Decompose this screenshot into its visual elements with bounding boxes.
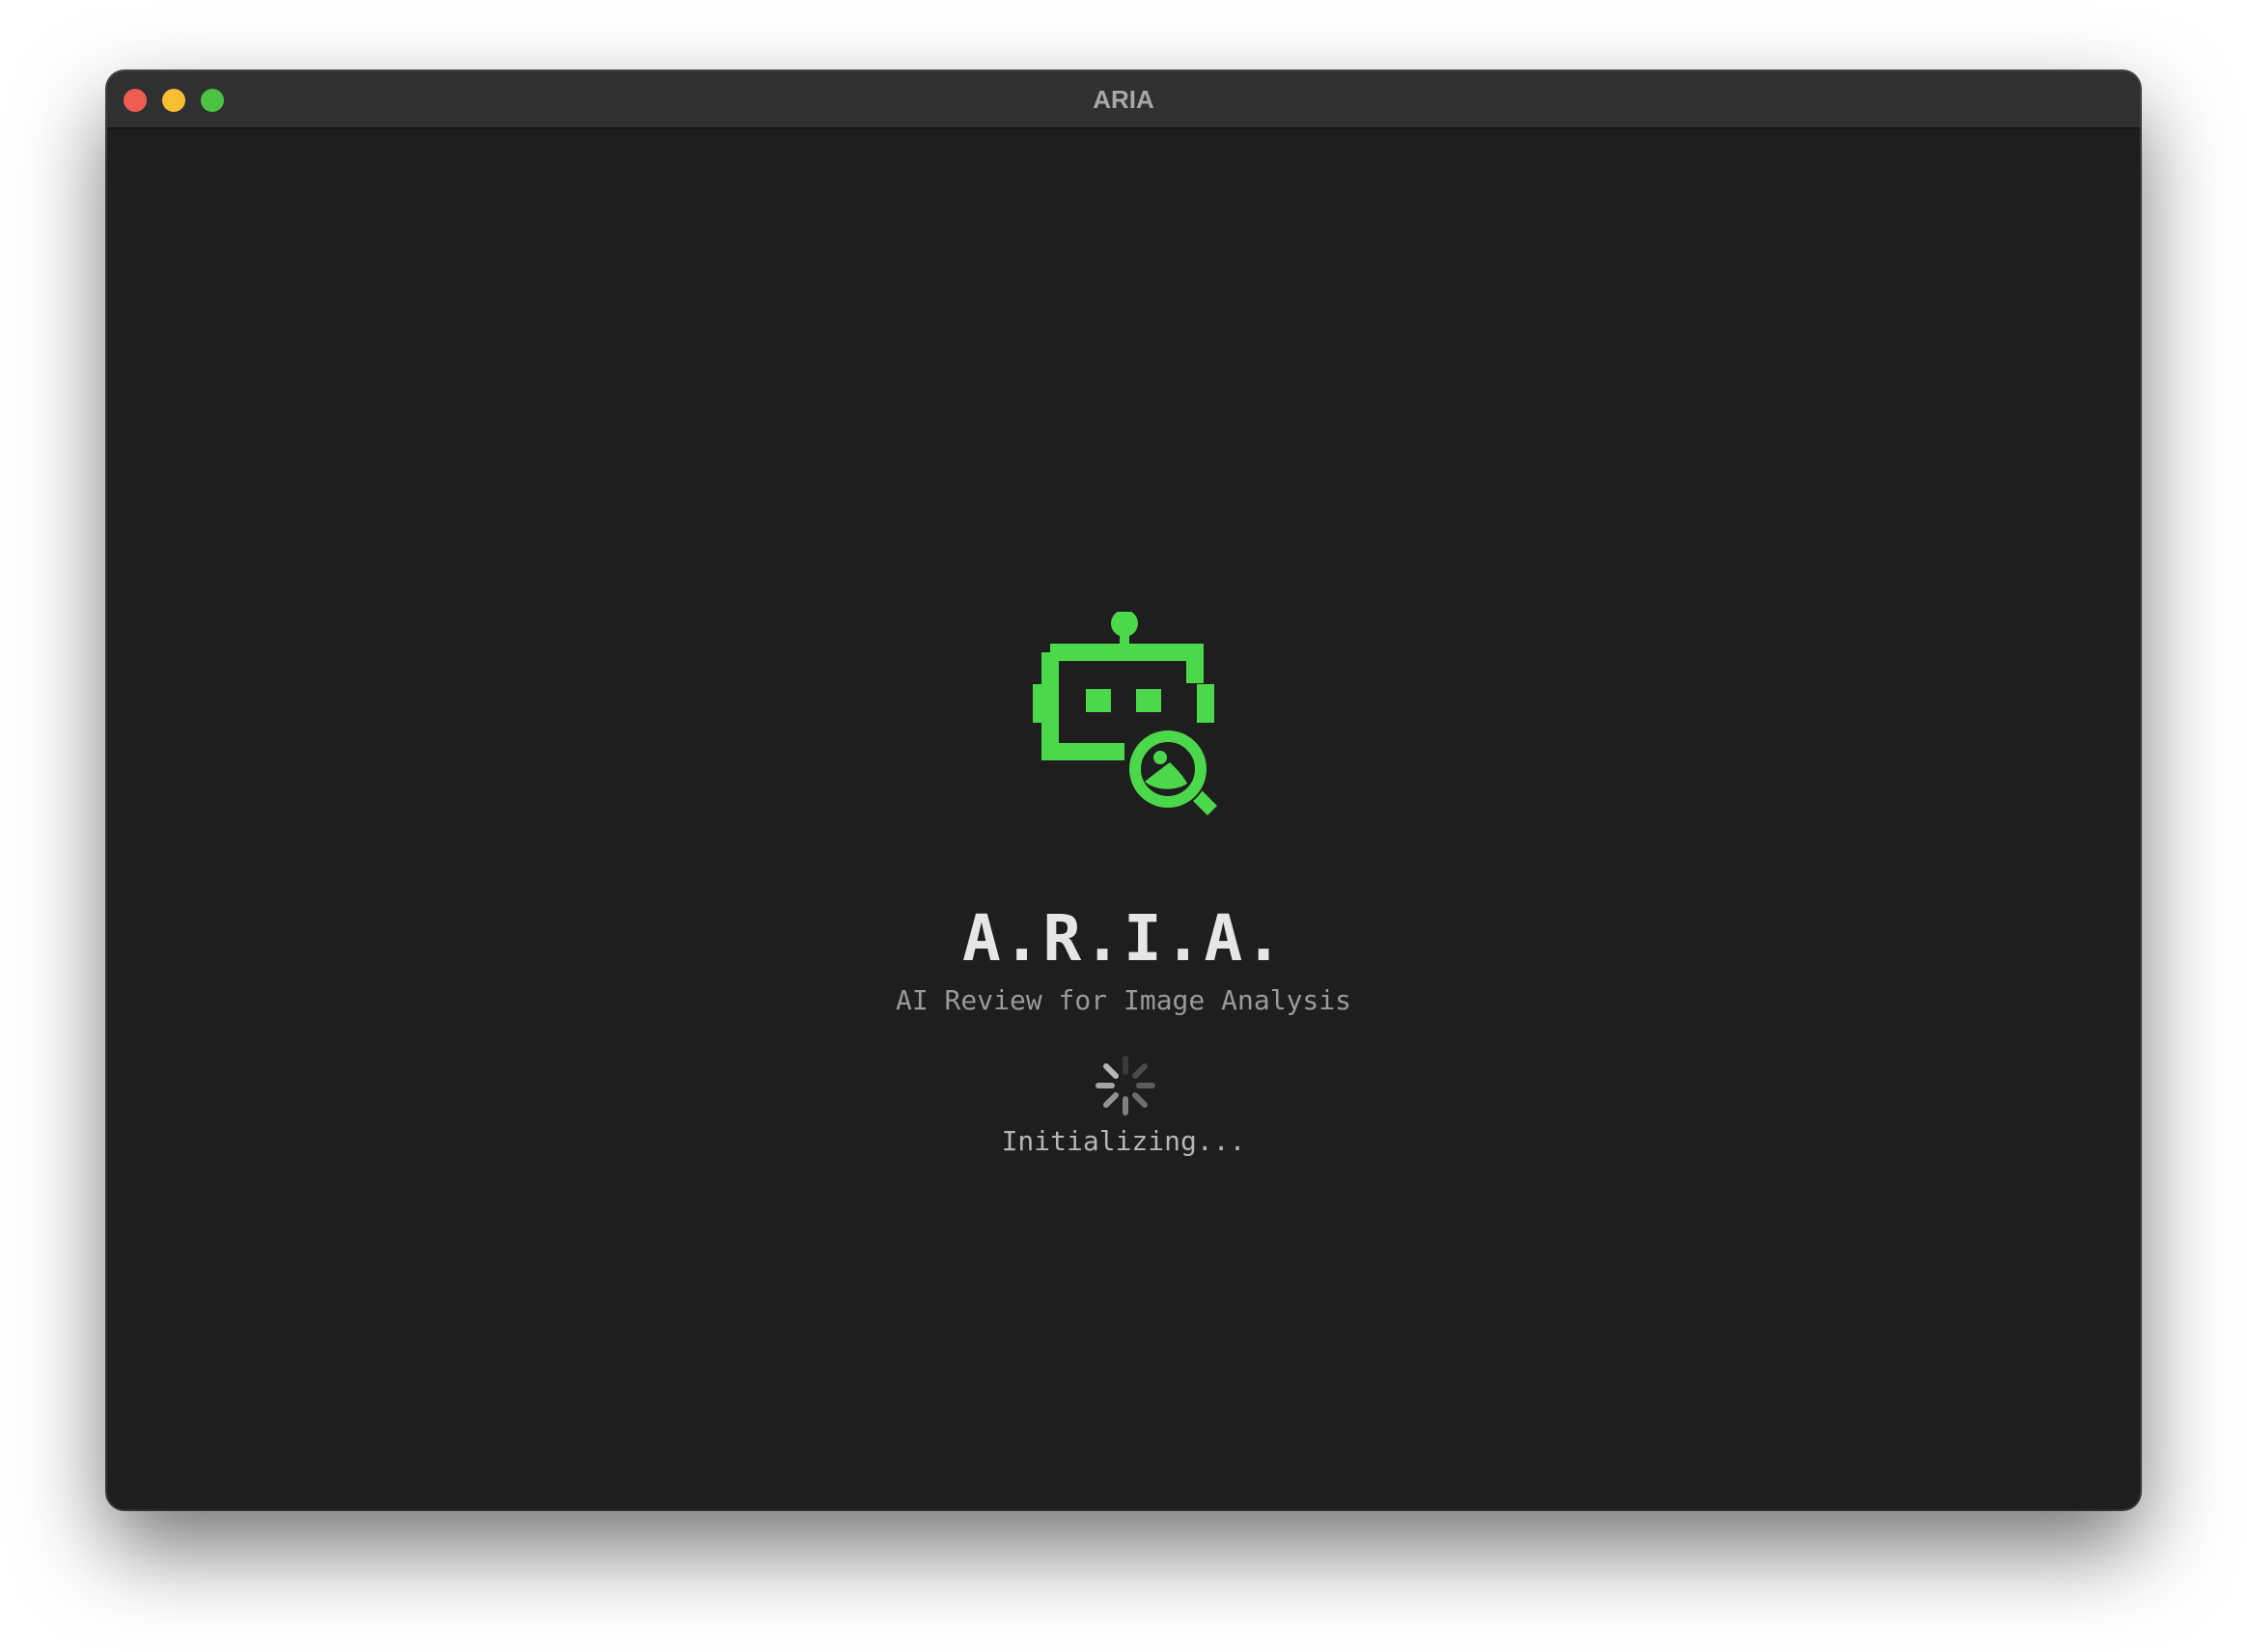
robot-magnifier-icon bbox=[1033, 612, 1217, 815]
app-window: ARIA A.R.I.A. AI Review for Image Analys… bbox=[107, 71, 2140, 1509]
title-bar[interactable]: ARIA bbox=[107, 71, 2140, 129]
splash-screen: A.R.I.A. AI Review for Image Analysis In… bbox=[107, 129, 2140, 1509]
loading-spinner-icon bbox=[1096, 1056, 1155, 1115]
app-tagline: AI Review for Image Analysis bbox=[895, 984, 1351, 1016]
window-title: ARIA bbox=[1093, 85, 1154, 114]
loading-status: Initializing... bbox=[1001, 1125, 1246, 1157]
app-name: A.R.I.A. bbox=[962, 901, 1285, 976]
